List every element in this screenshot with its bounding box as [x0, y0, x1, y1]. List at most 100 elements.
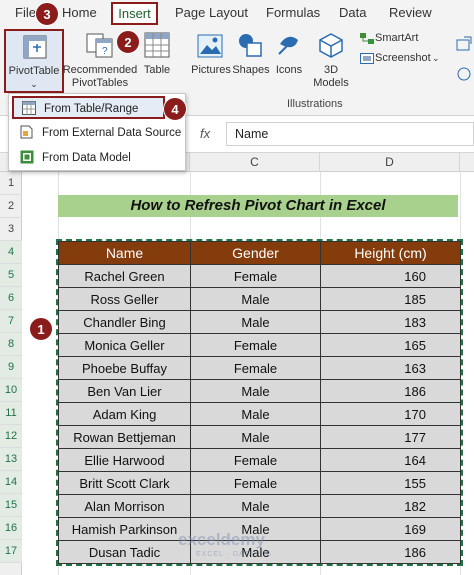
name-cell[interactable]: Ellie Harwood: [58, 448, 191, 472]
menu-item-from-data-model[interactable]: From Data Model: [9, 147, 185, 169]
height-cell[interactable]: 164: [320, 448, 461, 472]
column-header-gender[interactable]: Gender: [190, 241, 321, 265]
height-cell[interactable]: 163: [320, 356, 461, 380]
height-cell[interactable]: 182: [320, 494, 461, 518]
tab-file[interactable]: File: [15, 5, 36, 20]
table-button[interactable]: Table: [140, 64, 174, 77]
name-cell[interactable]: Dusan Tadic: [58, 540, 191, 564]
data-model-icon: [20, 150, 34, 164]
tab-review[interactable]: Review: [389, 5, 432, 20]
tab-data[interactable]: Data: [339, 5, 366, 20]
name-cell[interactable]: Adam King: [58, 402, 191, 426]
3d-models-label-1[interactable]: 3D: [310, 64, 352, 77]
table-row: Rowan Bettjeman Male 177: [58, 425, 461, 449]
height-cell[interactable]: 155: [320, 471, 461, 495]
height-cell[interactable]: 169: [320, 517, 461, 541]
gender-cell[interactable]: Female: [190, 448, 321, 472]
icons-icon: [278, 36, 298, 55]
name-cell[interactable]: Phoebe Buffay: [58, 356, 191, 380]
row-header[interactable]: 7: [0, 310, 22, 333]
row-header[interactable]: 15: [0, 494, 22, 517]
external-source-icon: [20, 125, 33, 139]
screenshot-button[interactable]: Screenshot: [375, 52, 431, 65]
add-in-icon[interactable]: [456, 36, 472, 52]
tab-formulas[interactable]: Formulas: [266, 5, 320, 20]
row-header[interactable]: 8: [0, 333, 22, 356]
table-row: Alan Morrison Male 182: [58, 494, 461, 518]
height-cell[interactable]: 165: [320, 333, 461, 357]
row-header[interactable]: 13: [0, 448, 22, 471]
table-row: Ross Geller Male 185: [58, 287, 461, 311]
row-header[interactable]: 3: [0, 218, 22, 241]
column-header-name[interactable]: Name: [58, 241, 191, 265]
recommended-pivottables-label-2[interactable]: PivotTables: [62, 77, 138, 90]
gender-cell[interactable]: Female: [190, 471, 321, 495]
watermark-logo: exceldemy: [178, 530, 265, 549]
gender-cell[interactable]: Female: [190, 356, 321, 380]
height-cell[interactable]: 170: [320, 402, 461, 426]
shapes-button[interactable]: Shapes: [230, 64, 272, 77]
recommended-pivottables-label-1[interactable]: Recommended: [62, 64, 138, 77]
name-cell[interactable]: Rowan Bettjeman: [58, 425, 191, 449]
column-header-d[interactable]: D: [320, 153, 460, 172]
fx-icon[interactable]: fx: [200, 126, 210, 141]
data-table[interactable]: Name Gender Height (cm) Rachel Green Fema…: [56, 239, 463, 566]
row-header[interactable]: 10: [0, 379, 22, 402]
column-header-height[interactable]: Height (cm): [320, 241, 461, 265]
row-header[interactable]: 16: [0, 517, 22, 540]
3d-models-label-2[interactable]: Models: [310, 77, 352, 90]
formula-input[interactable]: Name: [226, 122, 474, 146]
menu-label: From Data Model: [42, 152, 131, 164]
table-header-row: Name Gender Height (cm): [58, 241, 461, 265]
height-cell[interactable]: 186: [320, 379, 461, 403]
name-cell[interactable]: Britt Scott Clark: [58, 471, 191, 495]
row-header[interactable]: 9: [0, 356, 22, 379]
pivottable-button[interactable]: PivotTable ⌄: [4, 29, 64, 93]
row-header[interactable]: 5: [0, 264, 22, 287]
name-cell[interactable]: Rachel Green: [58, 264, 191, 288]
3d-models-icon: [319, 33, 343, 58]
height-cell[interactable]: 185: [320, 287, 461, 311]
row-header[interactable]: 6: [0, 287, 22, 310]
row-header[interactable]: 14: [0, 471, 22, 494]
gender-cell[interactable]: Male: [190, 425, 321, 449]
name-cell[interactable]: Hamish Parkinson: [58, 517, 191, 541]
smartart-button[interactable]: SmartArt: [375, 32, 418, 45]
tab-insert[interactable]: Insert: [111, 2, 158, 25]
pictures-icon: [197, 34, 223, 58]
chevron-down-icon[interactable]: ⌄: [432, 52, 440, 65]
pictures-button[interactable]: Pictures: [189, 64, 233, 77]
height-cell[interactable]: 177: [320, 425, 461, 449]
name-cell[interactable]: Chandler Bing: [58, 310, 191, 334]
chevron-down-icon: ⌄: [30, 79, 38, 89]
name-cell[interactable]: Ben Van Lier: [58, 379, 191, 403]
tab-home[interactable]: Home: [62, 5, 97, 20]
table-icon: [144, 32, 170, 58]
row-header[interactable]: 12: [0, 425, 22, 448]
name-cell[interactable]: Monica Geller: [58, 333, 191, 357]
gender-cell[interactable]: Male: [190, 287, 321, 311]
height-cell[interactable]: 160: [320, 264, 461, 288]
menu-label: From External Data Source: [42, 127, 182, 139]
menu-item-from-external-data-source[interactable]: From External Data Source: [9, 122, 185, 144]
gender-cell[interactable]: Female: [190, 333, 321, 357]
gender-cell[interactable]: Male: [190, 379, 321, 403]
row-header[interactable]: 17: [0, 540, 22, 563]
row-header[interactable]: 1: [0, 172, 22, 195]
name-cell[interactable]: Alan Morrison: [58, 494, 191, 518]
row-header[interactable]: 2: [0, 195, 22, 218]
height-cell[interactable]: 183: [320, 310, 461, 334]
gender-cell[interactable]: Male: [190, 402, 321, 426]
column-header-c[interactable]: C: [190, 153, 320, 172]
row-header[interactable]: 11: [0, 402, 22, 425]
name-cell[interactable]: Ross Geller: [58, 287, 191, 311]
row-header[interactable]: 4: [0, 241, 22, 264]
menu-item-from-table-range[interactable]: From Table/Range: [12, 96, 165, 119]
height-cell[interactable]: 186: [320, 540, 461, 564]
gender-cell[interactable]: Female: [190, 264, 321, 288]
icons-button[interactable]: Icons: [272, 64, 306, 77]
gender-cell[interactable]: Male: [190, 494, 321, 518]
gender-cell[interactable]: Male: [190, 310, 321, 334]
tab-page-layout[interactable]: Page Layout: [175, 5, 248, 20]
chart-type-icon[interactable]: [456, 66, 472, 82]
